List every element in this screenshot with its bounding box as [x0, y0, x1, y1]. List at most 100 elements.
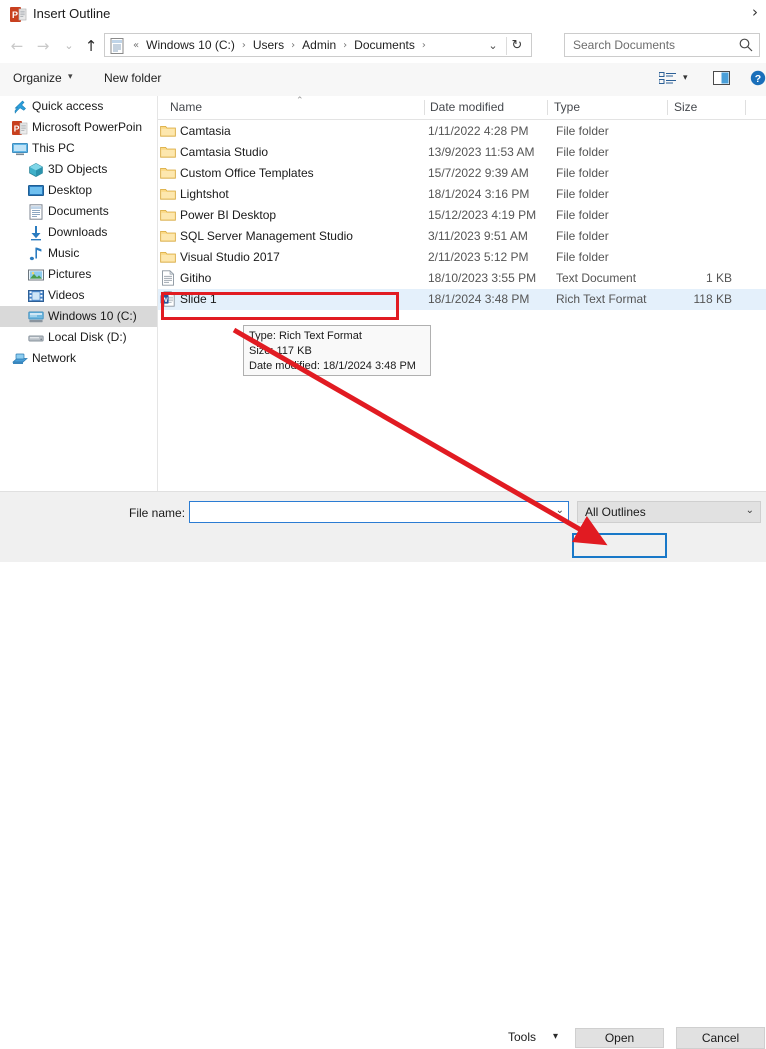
chevron-down-icon[interactable]: ⌄ — [556, 505, 564, 516]
size-cell: 1 KB — [705, 271, 732, 285]
folder-icon — [160, 249, 176, 265]
table-row[interactable]: Custom Office Templates 15/7/2022 9:39 AM… — [158, 163, 766, 184]
sidebar-item-videos[interactable]: Videos — [0, 285, 157, 306]
column-headers[interactable]: Name ⌃ Date modified Type Size — [158, 96, 766, 120]
breadcrumb-item-drive[interactable]: Windows 10 (C:) — [143, 38, 238, 52]
sidebar-item-windows-10-c[interactable]: Windows 10 (C:) — [0, 306, 157, 327]
view-list-icon[interactable] — [658, 72, 677, 86]
cancel-button[interactable]: Cancel — [676, 1027, 765, 1049]
type-cell: File folder — [556, 145, 609, 159]
chevron-right-icon: › — [241, 39, 246, 51]
sidebar-item-documents[interactable]: Documents — [0, 201, 157, 222]
column-header-type[interactable]: Type — [554, 100, 580, 119]
up-button[interactable]: ↑ — [80, 36, 102, 56]
sidebar-item-label: Videos — [48, 288, 85, 302]
sidebar-item-downloads[interactable]: Downloads — [0, 222, 157, 243]
recent-locations-icon[interactable]: ⌄ — [58, 36, 80, 56]
table-row[interactable]: Lightshot 18/1/2024 3:16 PM File folder — [158, 184, 766, 205]
column-header-size[interactable]: Size — [674, 100, 697, 119]
breadcrumb-overflow[interactable]: « — [129, 40, 143, 51]
chevron-down-icon[interactable]: ⌄ — [746, 505, 754, 516]
sidebar-item-microsoft-powerpoin[interactable]: P Microsoft PowerPoin — [0, 117, 157, 138]
svg-text:P: P — [14, 124, 20, 134]
breadcrumb[interactable]: « Windows 10 (C:) › Users › Admin › Docu… — [129, 34, 430, 56]
tooltip-type: Type: Rich Text Format — [249, 330, 362, 342]
sidebar-item-label: Quick access — [32, 99, 104, 113]
sidebar-item-pictures[interactable]: Pictures — [0, 264, 157, 285]
search-icon[interactable] — [738, 37, 754, 53]
file-name-field[interactable]: ⌄ — [189, 501, 569, 523]
date-modified-cell: 18/1/2024 3:48 PM — [428, 292, 530, 306]
sidebar-item-label: Network — [32, 351, 77, 365]
pictures-icon — [28, 267, 44, 283]
svg-text:?: ? — [755, 73, 761, 85]
table-row[interactable]: SQL Server Management Studio 3/11/2023 9:… — [158, 226, 766, 247]
chevron-right-icon: › — [343, 39, 348, 51]
organize-button[interactable]: Organize — [13, 71, 62, 85]
file-name-label: File name: — [129, 506, 186, 520]
type-cell: File folder — [556, 124, 609, 138]
file-name-input[interactable] — [190, 502, 550, 522]
folder-icon — [160, 186, 176, 202]
breadcrumb-item-users[interactable]: Users — [250, 38, 287, 52]
table-row[interactable]: Camtasia 1/11/2022 4:28 PM File folder — [158, 121, 766, 142]
search-placeholder: Search Documents — [573, 38, 676, 52]
file-tooltip: Type: Rich Text Format Size: 117 KB Date… — [243, 325, 431, 376]
chevron-down-icon[interactable]: ▾ — [68, 72, 73, 82]
tools-button[interactable]: Tools — [508, 1030, 536, 1044]
breadcrumb-item-documents[interactable]: Documents — [351, 38, 418, 52]
folder-icon — [160, 165, 176, 181]
powerpoint-icon: P — [10, 6, 27, 23]
help-icon[interactable]: ? — [750, 70, 766, 86]
table-row[interactable]: Power BI Desktop 15/12/2023 4:19 PM File f… — [158, 205, 766, 226]
file-name-cell: Camtasia Studio — [180, 145, 269, 159]
sidebar-item-network[interactable]: Network — [0, 348, 157, 369]
column-header-name[interactable]: Name — [170, 100, 202, 119]
sidebar-item-label: Local Disk (D:) — [48, 330, 127, 344]
sidebar-item-label: Desktop — [48, 183, 93, 197]
column-divider[interactable] — [547, 100, 548, 115]
address-dropdown-icon[interactable]: ⌄ — [485, 38, 501, 54]
column-header-date-modified[interactable]: Date modified — [430, 100, 504, 119]
table-row[interactable]: Camtasia Studio 13/9/2023 11:53 AM File fo… — [158, 142, 766, 163]
forward-button[interactable]: → — [32, 36, 54, 56]
open-button[interactable]: Open — [575, 1028, 664, 1048]
address-bar[interactable]: « Windows 10 (C:) › Users › Admin › Docu… — [104, 33, 532, 57]
sidebar-item-label: Music — [48, 246, 80, 260]
chevron-down-icon[interactable]: ▾ — [683, 73, 688, 83]
new-folder-button[interactable]: New folder — [104, 71, 161, 85]
table-row[interactable]: Gitiho 18/10/2023 3:55 PM Text Document 1 K… — [158, 268, 766, 289]
address-bar-row: ← → ⌄ ↑ « Windows 10 (C:) › Users › Admi… — [0, 29, 766, 63]
chevron-right-icon[interactable]: › — [418, 40, 430, 51]
folder-icon — [160, 144, 176, 160]
sidebar-item-quick-access[interactable]: Quick access — [0, 96, 157, 117]
column-divider[interactable] — [667, 100, 668, 115]
file-type-filter-select[interactable]: All Outlines ⌄ — [577, 501, 761, 523]
date-modified-cell: 15/7/2022 9:39 AM — [428, 166, 529, 180]
date-modified-cell: 13/9/2023 11:53 AM — [428, 145, 535, 159]
sidebar-item-label: Windows 10 (C:) — [48, 309, 137, 323]
sidebar-item-music[interactable]: Music — [0, 243, 157, 264]
desktop-icon — [28, 183, 44, 199]
sidebar-item-desktop[interactable]: Desktop — [0, 180, 157, 201]
sidebar-item-3d-objects[interactable]: 3D Objects — [0, 159, 157, 180]
file-type-filter-value: All Outlines — [585, 505, 646, 519]
back-button[interactable]: ← — [6, 36, 28, 56]
search-input[interactable]: Search Documents — [564, 33, 760, 57]
column-divider[interactable] — [424, 100, 425, 115]
preview-pane-icon[interactable] — [713, 71, 731, 86]
table-row[interactable]: Visual Studio 2017 2/11/2023 5:12 PM File … — [158, 247, 766, 268]
type-cell: File folder — [556, 250, 609, 264]
date-modified-cell: 1/11/2022 4:28 PM — [428, 124, 529, 138]
type-cell: File folder — [556, 208, 609, 222]
size-cell: 118 KB — [693, 292, 732, 306]
type-cell: Text Document — [556, 271, 637, 285]
sidebar-item-local-disk-d[interactable]: Local Disk (D:) — [0, 327, 157, 348]
navigation-pane[interactable]: Quick access P Microsoft PowerPoin This PC 3… — [0, 96, 158, 491]
close-icon[interactable]: › — [752, 3, 758, 21]
refresh-icon[interactable]: ↻ — [506, 37, 527, 55]
breadcrumb-item-admin[interactable]: Admin — [299, 38, 339, 52]
sidebar-item-this-pc[interactable]: This PC — [0, 138, 157, 159]
chevron-down-icon[interactable]: ▾ — [553, 1031, 558, 1042]
column-divider[interactable] — [745, 100, 746, 115]
